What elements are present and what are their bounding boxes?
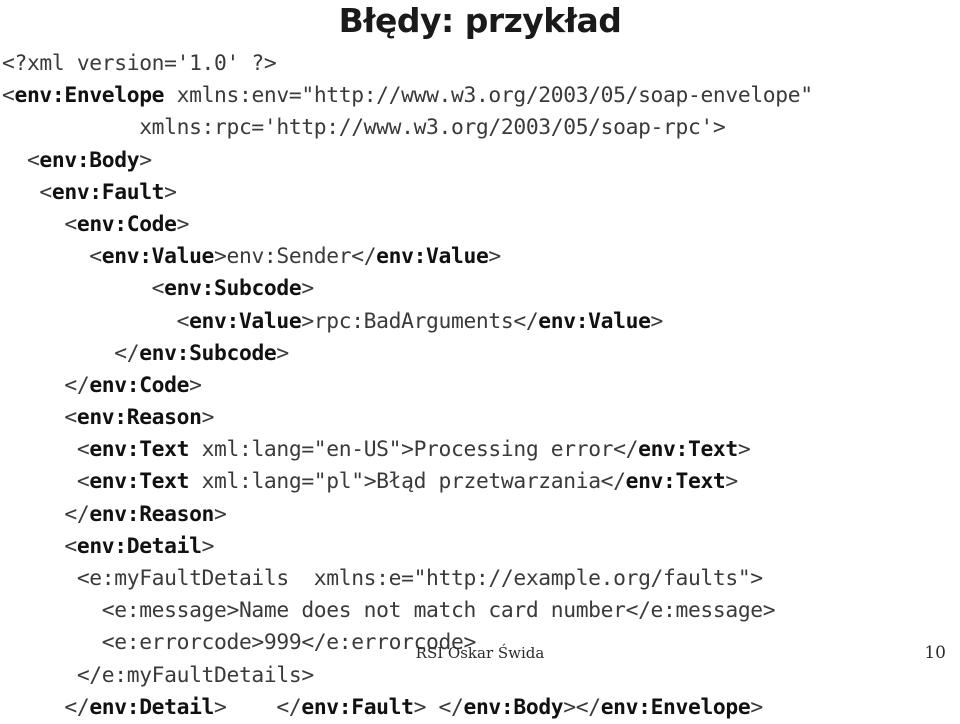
xml-tag-name: env:Value xyxy=(101,244,215,270)
xml-text: > xyxy=(488,244,501,270)
xml-tag-name: env:Text xyxy=(625,469,726,495)
xml-text: xmlns:rpc='http://www.w3.org/2003/05/soa… xyxy=(2,115,726,141)
code-line: <env:Code> xyxy=(2,209,958,241)
xml-tag-name: env:Value xyxy=(538,308,651,334)
code-line: </env:Detail> </env:Fault> </env:Body></… xyxy=(2,692,958,724)
xml-text: > </ xyxy=(413,694,464,720)
xml-tag-name: env:Text xyxy=(89,437,190,463)
code-line: </env:Reason> xyxy=(2,499,958,531)
xml-tag-name: env:Code xyxy=(76,211,177,237)
xml-tag-name: env:Reason xyxy=(76,405,202,431)
xml-tag-name: env:Value xyxy=(189,308,302,334)
xml-text: > xyxy=(176,211,190,237)
xml-text: > xyxy=(650,308,664,334)
xml-text: > xyxy=(139,147,152,173)
xml-text: ></ xyxy=(563,694,601,720)
xml-text: </ xyxy=(2,694,90,720)
code-line: <env:Body> xyxy=(2,145,958,177)
xml-text: > xyxy=(725,469,738,495)
xml-text: > xyxy=(276,340,289,366)
code-line: </env:Subcode> xyxy=(2,338,958,370)
page-title: Błędy: przykład xyxy=(338,1,622,40)
xml-tag-name: env:Body xyxy=(39,147,140,173)
xml-text: <e:myFaultDetails xmlns:e="http://exampl… xyxy=(2,566,763,591)
xml-text: >rpc:BadArguments</ xyxy=(301,308,539,334)
xml-tag-name: env:Code xyxy=(89,372,190,398)
footer-page-number: 10 xyxy=(924,643,946,663)
code-line: <env:Envelope xmlns:env="http://www.w3.o… xyxy=(2,80,958,112)
xml-text: > xyxy=(301,276,314,302)
code-line: <env:Text xml:lang="en-US">Processing er… xyxy=(2,434,958,466)
xml-text: < xyxy=(2,469,90,495)
xml-text: < xyxy=(2,276,165,302)
xml-text: < xyxy=(2,83,15,109)
xml-text: </ xyxy=(2,501,90,527)
xml-tag-name: env:Text xyxy=(638,437,738,463)
xml-text: < xyxy=(2,533,77,559)
xml-tag-name: env:Subcode xyxy=(164,276,302,302)
xml-code-block: <?xml version='1.0' ?> <env:Envelope xmln… xyxy=(2,48,958,724)
xml-tag-name: env:Value xyxy=(376,244,489,270)
xml-tag-name: env:Envelope xyxy=(14,83,165,109)
xml-text: > xyxy=(201,533,215,559)
xml-tag-name: env:Fault xyxy=(51,179,165,205)
xml-text: xml:lang="pl">Błąd przetwarzania</ xyxy=(189,469,626,495)
code-line: <env:Value>env:Sender</env:Value> xyxy=(2,241,958,273)
code-line: </env:Code> xyxy=(2,370,958,402)
code-line: <env:Value>rpc:BadArguments</env:Value> xyxy=(2,306,958,338)
xml-text: < xyxy=(2,405,77,431)
code-line: <?xml version='1.0' ?> xyxy=(2,48,958,80)
xml-text: > xyxy=(164,179,177,205)
xml-tag-name: env:Text xyxy=(89,469,190,495)
xml-text: xmlns:env="http://www.w3.org/2003/05/soa… xyxy=(164,83,813,109)
code-line: <env:Reason> xyxy=(2,402,958,434)
code-line: <env:Text xml:lang="pl">Błąd przetwarzan… xyxy=(2,466,958,498)
xml-text: > xyxy=(214,501,227,527)
xml-text: </ xyxy=(2,340,140,366)
code-line: <env:Fault> xyxy=(2,177,958,209)
xml-tag-name: env:Detail xyxy=(89,694,215,720)
xml-tag-name: env:Fault xyxy=(301,694,414,720)
xml-text: < xyxy=(2,211,77,237)
xml-text: </ xyxy=(2,372,90,398)
code-line: </e:myFaultDetails> xyxy=(2,660,958,692)
footer-author: RSI Oskar Świda xyxy=(415,644,545,662)
xml-text: < xyxy=(2,308,190,334)
code-line: <env:Detail> xyxy=(2,531,958,563)
xml-text: > xyxy=(189,372,202,398)
code-line: xmlns:rpc='http://www.w3.org/2003/05/soa… xyxy=(2,112,958,144)
xml-text: > xyxy=(737,437,751,463)
xml-text: <e:message>Name does not match card numb… xyxy=(2,598,776,624)
code-line: <e:message>Name does not match card numb… xyxy=(2,595,958,627)
xml-tag-name: env:Envelope xyxy=(600,694,751,720)
xml-text: xml:lang="en-US">Processing error</ xyxy=(189,437,639,463)
xml-text: > xyxy=(201,405,215,431)
xml-text: <?xml version='1.0' ?> xyxy=(2,51,277,76)
xml-tag-name: env:Reason xyxy=(89,501,215,527)
xml-text: > </ xyxy=(214,694,302,720)
xml-tag-name: env:Subcode xyxy=(139,340,277,366)
xml-tag-name: env:Body xyxy=(463,694,564,720)
xml-text: < xyxy=(2,244,102,270)
xml-tag-name: env:Detail xyxy=(76,533,202,559)
xml-text: < xyxy=(2,179,52,205)
xml-text: > xyxy=(750,694,763,720)
code-line: <env:Subcode> xyxy=(2,273,958,305)
xml-text: < xyxy=(2,147,40,173)
xml-text: >env:Sender</ xyxy=(214,244,377,270)
xml-text: </e:myFaultDetails> xyxy=(2,662,314,688)
code-line: <e:myFaultDetails xmlns:e="http://exampl… xyxy=(2,563,958,595)
xml-text: < xyxy=(2,437,90,463)
